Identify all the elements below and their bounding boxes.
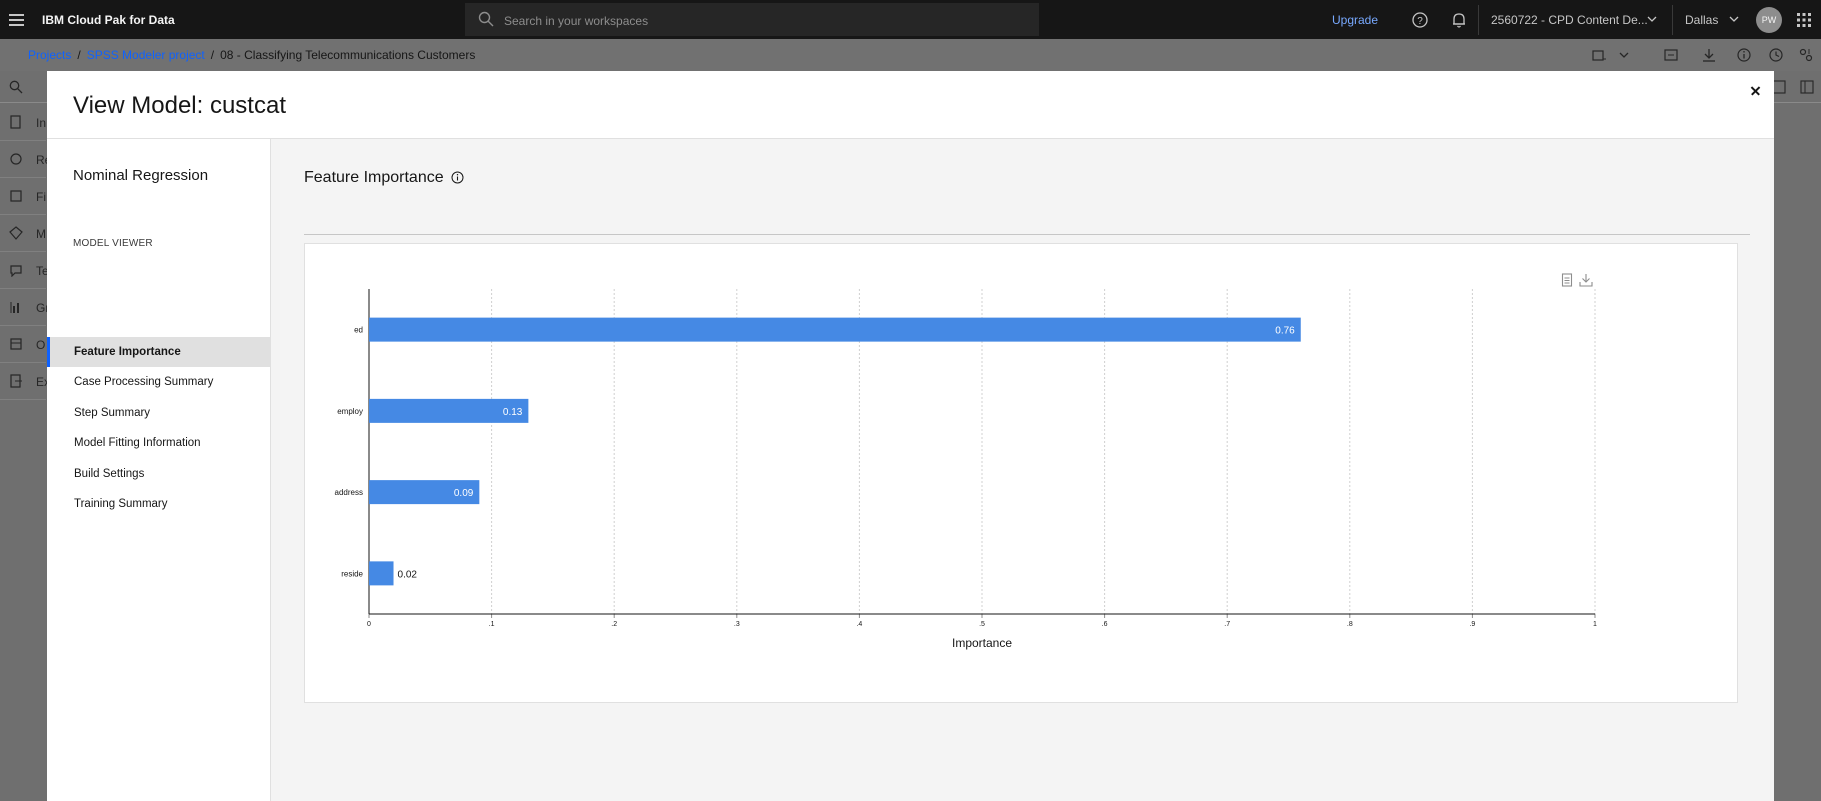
bar-reside (369, 561, 394, 586)
model-sidebar: Nominal Regression MODEL VIEWER Feature … (47, 139, 271, 801)
y-tick-label: address (335, 488, 363, 497)
x-tick-label: 0 (367, 621, 371, 628)
x-tick-label: .3 (734, 621, 740, 628)
data-label: 0.13 (503, 407, 523, 418)
help-icon[interactable]: ? (1410, 10, 1430, 30)
app-switcher-icon[interactable] (1797, 13, 1811, 27)
download-icon[interactable] (1701, 47, 1717, 63)
y-tick-label: employ (337, 407, 363, 416)
section-label: MODEL VIEWER (73, 238, 153, 249)
palette-item: Fi (0, 178, 46, 215)
outputs-icon (10, 338, 22, 350)
panel-icon (1800, 80, 1814, 94)
x-tick-label: .1 (489, 621, 495, 628)
svg-text:?: ? (1417, 16, 1423, 27)
search-icon (9, 80, 23, 94)
search-icon (478, 11, 494, 27)
breadcrumb: Projects / SPSS Modeler project/08 - Class… (28, 48, 476, 62)
palette-item: Gr (0, 289, 49, 326)
chevron-down-icon[interactable] (1727, 12, 1741, 26)
nav-build-settings[interactable]: Build Settings (47, 459, 271, 489)
nav-case-processing-summary[interactable]: Case Processing Summary (47, 367, 271, 397)
table-icon (1772, 80, 1786, 94)
modal-title: View Model: custcat (73, 92, 286, 119)
modal-header: View Model: custcat (47, 71, 1774, 139)
breadcrumb-bar: Projects / SPSS Modeler project/08 - Class… (0, 39, 1821, 71)
data-label: 0.02 (398, 569, 418, 580)
palette-item: Re (0, 141, 51, 178)
graphs-icon (10, 302, 19, 313)
chevron-down-icon[interactable] (1645, 12, 1659, 26)
data-label: 0.09 (454, 488, 474, 499)
x-tick-label: .5 (979, 621, 985, 628)
view-model-modal: View Model: custcat Nominal Regression M… (47, 71, 1774, 801)
palette-item: O (0, 326, 46, 363)
record-ops-icon (10, 153, 22, 165)
y-tick-label: reside (341, 569, 363, 578)
palette-item: Te (0, 252, 49, 289)
nav-step-summary[interactable]: Step Summary (47, 398, 271, 428)
breadcrumb-projects[interactable]: Projects (28, 48, 71, 62)
chevron-down-icon[interactable] (1616, 47, 1632, 63)
x-tick-label: .8 (1347, 621, 1353, 628)
nav-feature-importance[interactable]: Feature Importance (47, 337, 271, 367)
nav-training-summary[interactable]: Training Summary (47, 489, 271, 519)
global-search[interactable]: Search in your workspaces (465, 3, 1039, 36)
text-analytics-icon (10, 265, 22, 277)
x-tick-label: .6 (1102, 621, 1108, 628)
import-icon (10, 115, 21, 129)
nav-model-fitting-information[interactable]: Model Fitting Information (47, 428, 271, 458)
divider (304, 234, 1750, 235)
outputs-icon[interactable] (1663, 47, 1679, 63)
region-switcher[interactable]: Dallas (1685, 13, 1718, 27)
model-type: Nominal Regression (73, 167, 209, 184)
search-input[interactable]: Search in your workspaces (504, 14, 648, 28)
x-tick-label: .7 (1224, 621, 1230, 628)
avatar[interactable]: PW (1756, 7, 1782, 33)
history-icon[interactable] (1768, 47, 1784, 63)
run-icon[interactable] (1591, 47, 1607, 63)
top-header: IBM Cloud Pak for Data Search in your wo… (0, 0, 1821, 39)
x-tick-label: .9 (1469, 621, 1475, 628)
menu-icon[interactable] (6, 8, 30, 32)
breadcrumb-project[interactable]: SPSS Modeler project (87, 48, 205, 62)
settings-icon[interactable] (1798, 47, 1814, 63)
info-icon[interactable] (451, 171, 464, 184)
info-icon[interactable] (1736, 47, 1752, 63)
x-tick-label: .2 (611, 621, 617, 628)
upgrade-link[interactable]: Upgrade (1332, 13, 1378, 27)
close-icon[interactable] (1746, 81, 1766, 101)
x-tick-label: .4 (856, 621, 862, 628)
y-tick-label: ed (354, 326, 363, 335)
bar-ed (369, 317, 1301, 342)
feature-importance-chart: 0 .1 .2 .3 .4 .5 .6 .7 .8 .9 1 ed 0.76 employ 0.13 addr… (335, 289, 1597, 650)
x-axis-label: Importance (952, 636, 1012, 650)
account-switcher[interactable]: 2560722 - CPD Content De... (1491, 13, 1648, 27)
export-icon (10, 374, 22, 388)
brand-name[interactable]: IBM Cloud Pak for Data (42, 13, 175, 27)
chart-card: 0 .1 .2 .3 .4 .5 .6 .7 .8 .9 1 ed 0.76 employ 0.13 addr… (304, 243, 1738, 703)
modeling-icon (9, 226, 23, 240)
x-tick-label: 1 (1593, 621, 1597, 628)
palette-item: In (0, 104, 46, 141)
field-ops-icon (10, 190, 22, 202)
breadcrumb-flow: 08 - Classifying Telecommunications Cust… (220, 48, 476, 62)
notification-icon[interactable] (1449, 10, 1469, 30)
palette-item: Ex (0, 363, 50, 400)
palette-item: M (0, 215, 46, 252)
data-label: 0.76 (1275, 326, 1295, 337)
content-title: Feature Importance (304, 169, 444, 186)
